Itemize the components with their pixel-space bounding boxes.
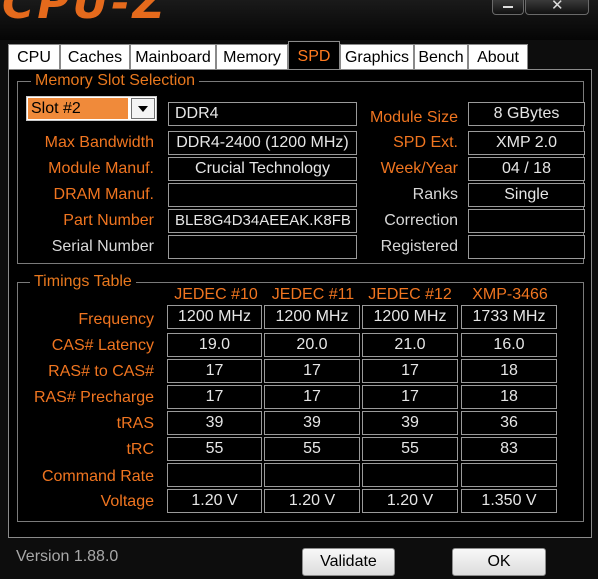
part-number-field: BLE8G4D34AEEAK.K8FB [168, 209, 357, 233]
correction-field [468, 209, 585, 233]
module-manuf-label: Module Manuf. [48, 160, 154, 177]
title-bar: CPU-Z ✕ [0, 0, 598, 40]
timings-cell: 16.0 [461, 333, 557, 357]
spd-ext-label: SPD Ext. [393, 134, 458, 151]
timings-cell [264, 463, 360, 487]
ok-button[interactable]: OK [452, 548, 546, 576]
dram-manuf-field [168, 183, 357, 207]
timings-cell: 39 [362, 411, 458, 435]
close-icon: ✕ [551, 0, 564, 14]
timings-row-label: RAS# to CAS# [48, 363, 154, 380]
max-bandwidth-field: DDR4-2400 (1200 MHz) [168, 131, 357, 155]
timings-cell: 55 [167, 437, 262, 461]
timings-cell: 1.20 V [264, 489, 360, 513]
timings-cell: 1200 MHz [264, 305, 360, 329]
correction-label: Correction [384, 212, 458, 229]
timings-column-header: XMP-3466 [472, 286, 548, 303]
module-size-field: 8 GBytes [468, 102, 585, 126]
serial-number-label: Serial Number [51, 238, 154, 255]
serial-number-field [168, 235, 357, 259]
ranks-label: Ranks [412, 186, 458, 203]
timings-row-label: CAS# Latency [51, 337, 154, 354]
version-label: Version 1.88.0 [16, 548, 119, 565]
spd-ext-field: XMP 2.0 [468, 131, 585, 155]
tab-bench[interactable]: Bench [414, 44, 468, 69]
timings-cell: 36 [461, 411, 557, 435]
timings-cell: 39 [264, 411, 360, 435]
timings-row-label: Command Rate [41, 468, 154, 485]
timings-cell: 17 [362, 359, 458, 383]
minimize-button[interactable] [492, 0, 524, 15]
timings-cell [167, 463, 262, 487]
timings-cell: 21.0 [362, 333, 458, 357]
timings-cell: 17 [362, 385, 458, 409]
timings-row-label: tRC [126, 441, 154, 458]
week-year-label: Week/Year [380, 160, 458, 177]
tab-cpu[interactable]: CPU [8, 44, 60, 69]
timings-cell: 1.20 V [362, 489, 458, 513]
slot-dropdown-value: Slot #2 [28, 98, 128, 119]
memory-slot-group-title: Memory Slot Selection [31, 72, 200, 90]
timings-cell: 55 [362, 437, 458, 461]
validate-button[interactable]: Validate [302, 548, 395, 576]
max-bandwidth-label: Max Bandwidth [44, 134, 154, 151]
timings-table-title: Timings Table [30, 273, 136, 291]
timings-column-header: JEDEC #11 [271, 286, 355, 303]
timings-cell [362, 463, 458, 487]
tab-about[interactable]: About [468, 44, 528, 69]
slot-dropdown[interactable]: Slot #2 [26, 96, 157, 121]
tab-caches[interactable]: Caches [60, 44, 130, 69]
timings-cell: 17 [264, 359, 360, 383]
timings-cell: 19.0 [167, 333, 262, 357]
cpuz-window: CPU-Z ✕ CPU Caches Mainboard Memory SPD … [0, 0, 598, 579]
timings-cell [461, 463, 557, 487]
tab-spd[interactable]: SPD [288, 41, 340, 70]
timings-cell: 17 [264, 385, 360, 409]
memory-type-field: DDR4 [168, 102, 357, 126]
timings-cell: 1200 MHz [362, 305, 458, 329]
timings-cell: 83 [461, 437, 557, 461]
tab-memory[interactable]: Memory [216, 44, 288, 69]
dram-manuf-label: DRAM Manuf. [53, 186, 154, 203]
timings-row-label: tRAS [116, 415, 154, 432]
ranks-field: Single [468, 183, 585, 207]
timings-column-header: JEDEC #12 [368, 286, 452, 303]
timings-cell: 18 [461, 359, 557, 383]
dropdown-arrow-button[interactable] [131, 98, 155, 119]
timings-cell: 1200 MHz [167, 305, 262, 329]
timings-cell: 1.350 V [461, 489, 557, 513]
tab-graphics[interactable]: Graphics [340, 44, 414, 69]
timings-row-label: Voltage [100, 493, 154, 510]
cpuz-logo: CPU-Z [2, 0, 168, 29]
module-manuf-field: Crucial Technology [168, 157, 357, 181]
tab-mainboard[interactable]: Mainboard [130, 44, 216, 69]
timings-cell: 17 [167, 385, 262, 409]
timings-cell: 1.20 V [167, 489, 262, 513]
module-size-label: Module Size [369, 109, 458, 126]
week-year-field: 04 / 18 [468, 157, 585, 181]
close-button[interactable]: ✕ [525, 0, 589, 15]
timings-row-label: RAS# Precharge [33, 389, 154, 406]
part-number-label: Part Number [63, 212, 154, 229]
timings-column-header: JEDEC #10 [174, 286, 258, 303]
chevron-down-icon [138, 106, 148, 112]
timings-cell: 17 [167, 359, 262, 383]
registered-field [468, 235, 585, 259]
timings-cell: 39 [167, 411, 262, 435]
timings-cell: 20.0 [264, 333, 360, 357]
timings-cell: 1733 MHz [461, 305, 557, 329]
timings-cell: 18 [461, 385, 557, 409]
timings-cell: 55 [264, 437, 360, 461]
registered-label: Registered [380, 238, 458, 255]
timings-row-label: Frequency [78, 311, 154, 328]
